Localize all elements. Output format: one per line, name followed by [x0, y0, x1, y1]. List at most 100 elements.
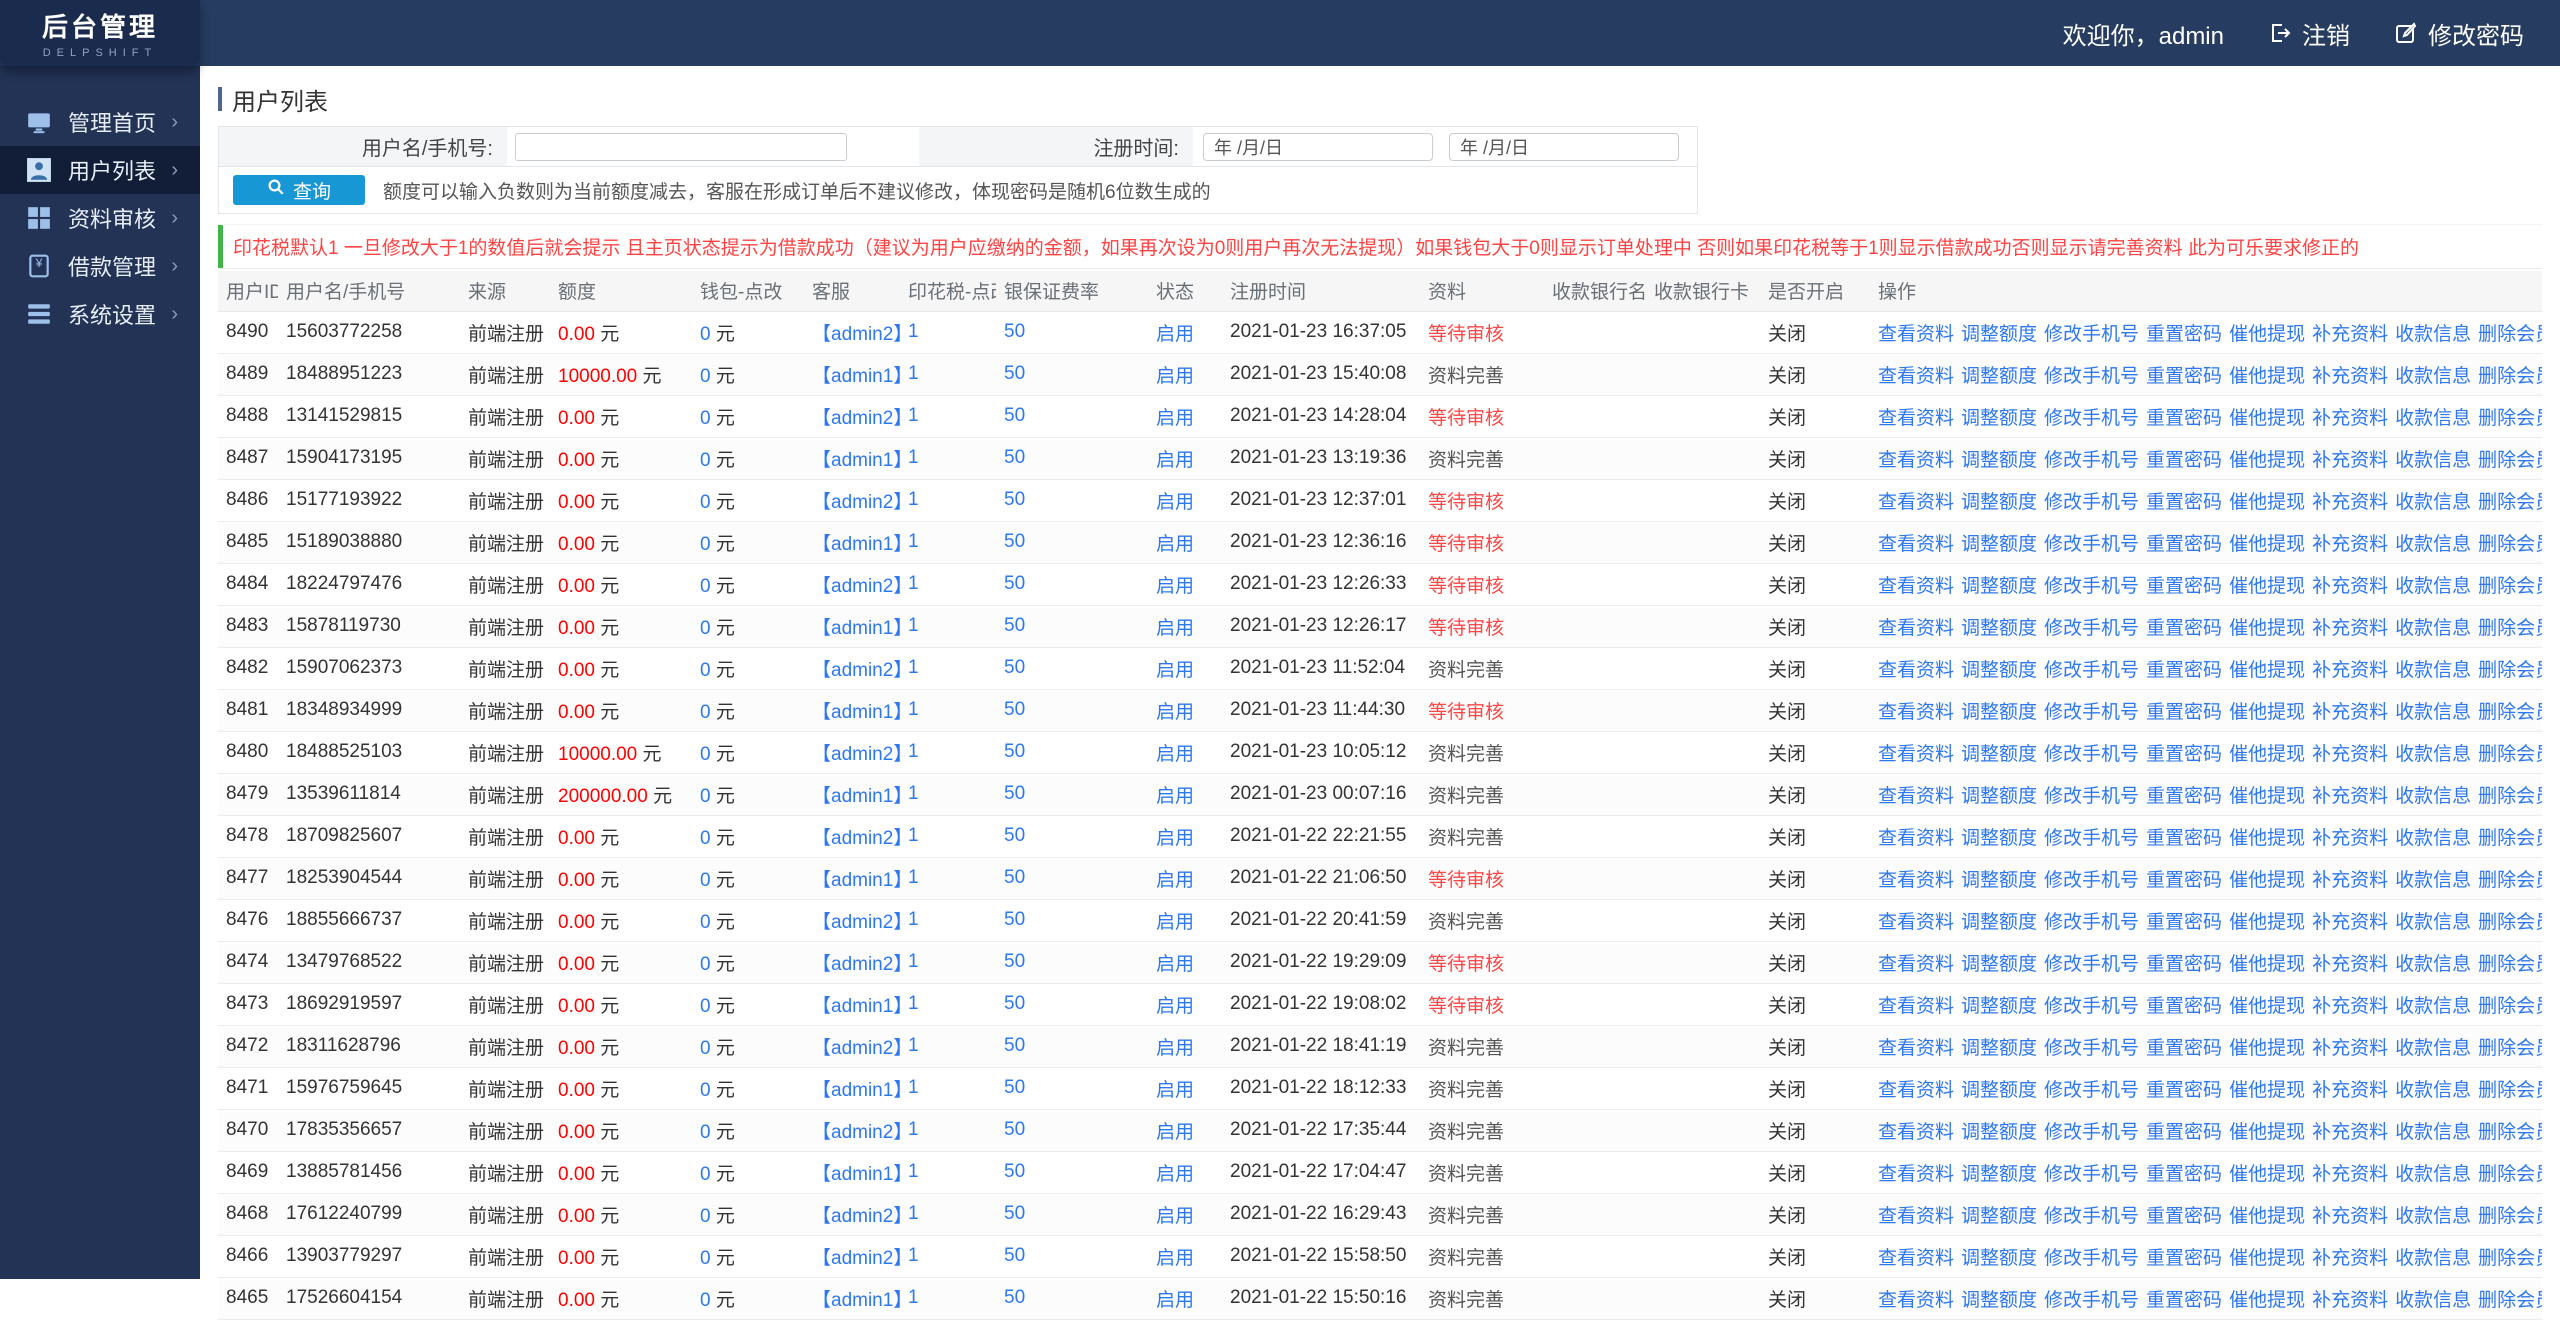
cell-wallet[interactable]: 0 元	[692, 899, 804, 941]
action-link[interactable]: 调整额度	[1961, 1248, 2037, 1269]
action-link[interactable]: 查看资料	[1878, 996, 1954, 1017]
cell-wallet[interactable]: 0 元	[692, 1277, 804, 1319]
action-link[interactable]: 催他提现	[2229, 1080, 2305, 1101]
action-link[interactable]: 修改手机号	[2044, 870, 2139, 891]
action-link[interactable]: 查看资料	[1878, 660, 1954, 681]
action-link[interactable]: 删除会员	[2478, 1080, 2542, 1101]
action-link[interactable]: 催他提现	[2229, 1122, 2305, 1143]
cell-service[interactable]: 【admin1】	[804, 605, 900, 647]
action-link[interactable]: 修改手机号	[2044, 1290, 2139, 1311]
cell-rate[interactable]: 50	[996, 857, 1148, 899]
action-link[interactable]: 修改手机号	[2044, 1080, 2139, 1101]
cell-rate[interactable]: 50	[996, 1277, 1148, 1319]
action-link[interactable]: 收款信息	[2395, 1122, 2471, 1143]
action-link[interactable]: 重置密码	[2146, 828, 2222, 849]
cell-service[interactable]: 【admin2】	[804, 1025, 900, 1067]
cell-rate[interactable]: 50	[996, 1025, 1148, 1067]
cell-rate[interactable]: 50	[996, 1109, 1148, 1151]
change-password-button[interactable]: 修改密码	[2394, 16, 2524, 51]
action-link[interactable]: 重置密码	[2146, 576, 2222, 597]
action-link[interactable]: 查看资料	[1878, 534, 1954, 555]
cell-rate[interactable]: 50	[996, 395, 1148, 437]
action-link[interactable]: 重置密码	[2146, 1164, 2222, 1185]
action-link[interactable]: 查看资料	[1878, 576, 1954, 597]
action-link[interactable]: 修改手机号	[2044, 618, 2139, 639]
action-link[interactable]: 调整额度	[1961, 870, 2037, 891]
cell-rate[interactable]: 50	[996, 1067, 1148, 1109]
cell-rate[interactable]: 50	[996, 647, 1148, 689]
cell-rate[interactable]: 50	[996, 1151, 1148, 1193]
sidebar-item-dashboard[interactable]: 管理首页 ›	[0, 98, 200, 146]
cell-service[interactable]: 【admin1】	[804, 521, 900, 563]
action-link[interactable]: 补充资料	[2312, 492, 2388, 513]
action-link[interactable]: 删除会员	[2478, 912, 2542, 933]
cell-rate[interactable]: 50	[996, 983, 1148, 1025]
action-link[interactable]: 查看资料	[1878, 1080, 1954, 1101]
action-link[interactable]: 补充资料	[2312, 786, 2388, 807]
action-link[interactable]: 修改手机号	[2044, 1122, 2139, 1143]
action-link[interactable]: 调整额度	[1961, 618, 2037, 639]
action-link[interactable]: 删除会员	[2478, 954, 2542, 975]
action-link[interactable]: 重置密码	[2146, 744, 2222, 765]
action-link[interactable]: 催他提现	[2229, 870, 2305, 891]
action-link[interactable]: 收款信息	[2395, 828, 2471, 849]
action-link[interactable]: 补充资料	[2312, 996, 2388, 1017]
action-link[interactable]: 补充资料	[2312, 618, 2388, 639]
action-link[interactable]: 删除会员	[2478, 660, 2542, 681]
action-link[interactable]: 删除会员	[2478, 576, 2542, 597]
action-link[interactable]: 查看资料	[1878, 366, 1954, 387]
action-link[interactable]: 补充资料	[2312, 1122, 2388, 1143]
action-link[interactable]: 调整额度	[1961, 492, 2037, 513]
action-link[interactable]: 重置密码	[2146, 450, 2222, 471]
action-link[interactable]: 重置密码	[2146, 618, 2222, 639]
cell-wallet[interactable]: 0 元	[692, 731, 804, 773]
action-link[interactable]: 查看资料	[1878, 912, 1954, 933]
action-link[interactable]: 查看资料	[1878, 702, 1954, 723]
action-link[interactable]: 调整额度	[1961, 828, 2037, 849]
action-link[interactable]: 催他提现	[2229, 996, 2305, 1017]
cell-stamp-tax[interactable]: 1	[900, 479, 996, 521]
cell-stamp-tax[interactable]: 1	[900, 521, 996, 563]
cell-stamp-tax[interactable]: 1	[900, 1025, 996, 1067]
cell-status[interactable]: 启用	[1148, 395, 1222, 437]
action-link[interactable]: 收款信息	[2395, 1080, 2471, 1101]
sidebar-item-settings[interactable]: 系统设置 ›	[0, 290, 200, 338]
sidebar-item-users[interactable]: 用户列表 ›	[0, 146, 200, 194]
action-link[interactable]: 修改手机号	[2044, 450, 2139, 471]
action-link[interactable]: 重置密码	[2146, 660, 2222, 681]
cell-stamp-tax[interactable]: 1	[900, 1151, 996, 1193]
cell-rate[interactable]: 50	[996, 815, 1148, 857]
date-from-input[interactable]: 年 /月/日	[1203, 133, 1433, 161]
cell-stamp-tax[interactable]: 1	[900, 1235, 996, 1277]
action-link[interactable]: 查看资料	[1878, 870, 1954, 891]
action-link[interactable]: 删除会员	[2478, 786, 2542, 807]
action-link[interactable]: 补充资料	[2312, 1290, 2388, 1311]
action-link[interactable]: 查看资料	[1878, 492, 1954, 513]
action-link[interactable]: 调整额度	[1961, 1164, 2037, 1185]
cell-status[interactable]: 启用	[1148, 353, 1222, 395]
cell-service[interactable]: 【admin2】	[804, 941, 900, 983]
action-link[interactable]: 删除会员	[2478, 618, 2542, 639]
cell-wallet[interactable]: 0 元	[692, 941, 804, 983]
action-link[interactable]: 收款信息	[2395, 492, 2471, 513]
action-link[interactable]: 删除会员	[2478, 1290, 2542, 1311]
action-link[interactable]: 修改手机号	[2044, 744, 2139, 765]
action-link[interactable]: 查看资料	[1878, 954, 1954, 975]
cell-service[interactable]: 【admin1】	[804, 437, 900, 479]
cell-stamp-tax[interactable]: 1	[900, 941, 996, 983]
cell-stamp-tax[interactable]: 1	[900, 1277, 996, 1319]
action-link[interactable]: 重置密码	[2146, 786, 2222, 807]
cell-service[interactable]: 【admin1】	[804, 1151, 900, 1193]
action-link[interactable]: 删除会员	[2478, 324, 2542, 345]
cell-status[interactable]: 启用	[1148, 857, 1222, 899]
cell-service[interactable]: 【admin1】	[804, 353, 900, 395]
action-link[interactable]: 补充资料	[2312, 1206, 2388, 1227]
action-link[interactable]: 收款信息	[2395, 408, 2471, 429]
action-link[interactable]: 收款信息	[2395, 786, 2471, 807]
action-link[interactable]: 补充资料	[2312, 744, 2388, 765]
action-link[interactable]: 删除会员	[2478, 1122, 2542, 1143]
action-link[interactable]: 补充资料	[2312, 1164, 2388, 1185]
cell-status[interactable]: 启用	[1148, 1277, 1222, 1319]
cell-rate[interactable]: 50	[996, 353, 1148, 395]
action-link[interactable]: 补充资料	[2312, 324, 2388, 345]
